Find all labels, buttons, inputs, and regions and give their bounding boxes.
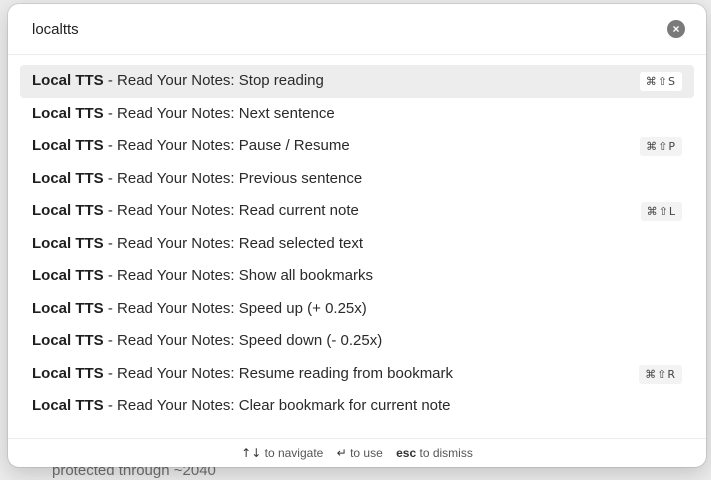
command-name: - Read Your Notes: Speed up (+ 0.25x) — [103, 299, 367, 317]
plugin-name: Local TTS — [32, 72, 104, 89]
dismiss-hint-label: to dismiss — [419, 446, 473, 460]
command-name: - Read Your Notes: Show all bookmarks — [103, 267, 373, 284]
plugin-name: Local TTS — [32, 267, 104, 284]
hotkey-badge: ⌘⇧P — [640, 137, 682, 156]
command-name: - Read Your Notes: Pause / Resume — [103, 137, 350, 154]
result-text: Local TTS - Read Your Notes: Speed up (+… — [32, 300, 367, 317]
results-list: Local TTS - Read Your Notes: Stop readin… — [20, 65, 694, 423]
hotkey-badge: ⌘⇧L — [640, 202, 682, 221]
command-palette: × Local TTS - Read Your Notes: Stop read… — [8, 4, 706, 467]
result-item[interactable]: Local TTS - Read Your Notes: Read select… — [20, 228, 694, 261]
command-name: - Read Your Notes: Previous sentence — [103, 169, 363, 187]
use-hint: ↵ to use — [337, 446, 386, 460]
result-item[interactable]: Local TTS - Read Your Notes: Stop readin… — [20, 65, 694, 98]
command-name: - Read Your Notes: Read selected text — [103, 234, 364, 252]
command-name: - Read Your Notes: Resume reading from b… — [103, 364, 454, 382]
search-row: × — [8, 4, 706, 55]
use-hint-label: to use — [350, 446, 383, 460]
clear-search-icon[interactable]: × — [667, 20, 685, 38]
plugin-name: Local TTS — [32, 332, 104, 349]
result-item[interactable]: Local TTS - Read Your Notes: Show all bo… — [20, 260, 694, 293]
enter-key-icon: ↵ — [336, 446, 347, 460]
footer-hints: ↑↓ to navigate ↵ to use esc to dismiss — [8, 438, 706, 467]
command-name: - Read Your Notes: Stop reading — [103, 72, 324, 89]
result-text: Local TTS - Read Your Notes: Next senten… — [32, 105, 335, 122]
command-name: - Read Your Notes: Read current note — [103, 202, 359, 219]
result-text: Local TTS - Read Your Notes: Stop readin… — [32, 72, 324, 89]
hotkey-badge: ⌘⇧R — [639, 364, 682, 384]
plugin-name: Local TTS — [32, 169, 104, 187]
plugin-name: Local TTS — [32, 299, 104, 317]
dismiss-hint: esc to dismiss — [396, 446, 473, 460]
result-item[interactable]: Local TTS - Read Your Notes: Resume read… — [20, 358, 694, 391]
command-name: - Read Your Notes: Clear bookmark for cu… — [103, 397, 451, 414]
search-input[interactable] — [32, 17, 652, 41]
result-item[interactable]: Local TTS - Read Your Notes: Speed down … — [20, 325, 694, 358]
result-text: Local TTS - Read Your Notes: Resume read… — [32, 365, 453, 382]
result-text: Local TTS - Read Your Notes: Clear bookm… — [32, 397, 451, 414]
result-item[interactable]: Local TTS - Read Your Notes: Clear bookm… — [20, 390, 694, 423]
result-text: Local TTS - Read Your Notes: Read select… — [32, 235, 363, 252]
plugin-name: Local TTS — [32, 137, 104, 154]
plugin-name: Local TTS — [32, 234, 104, 252]
result-text: Local TTS - Read Your Notes: Read curren… — [32, 202, 359, 219]
result-text: Local TTS - Read Your Notes: Pause / Res… — [32, 137, 350, 154]
command-name: - Read Your Notes: Next sentence — [103, 104, 335, 122]
result-item[interactable]: Local TTS - Read Your Notes: Speed up (+… — [20, 293, 694, 326]
arrow-keys-icon: ↑↓ — [241, 446, 262, 460]
result-text: Local TTS - Read Your Notes: Previous se… — [32, 170, 362, 187]
result-text: Local TTS - Read Your Notes: Speed down … — [32, 332, 382, 349]
result-text: Local TTS - Read Your Notes: Show all bo… — [32, 267, 373, 284]
navigate-hint: ↑↓ to navigate — [241, 446, 327, 460]
plugin-name: Local TTS — [32, 104, 104, 122]
result-item[interactable]: Local TTS - Read Your Notes: Next senten… — [20, 98, 694, 131]
result-item[interactable]: Local TTS - Read Your Notes: Previous se… — [20, 163, 694, 196]
result-item[interactable]: Local TTS - Read Your Notes: Pause / Res… — [20, 130, 694, 163]
plugin-name: Local TTS — [32, 364, 104, 382]
plugin-name: Local TTS — [32, 397, 104, 414]
result-item[interactable]: Local TTS - Read Your Notes: Read curren… — [20, 195, 694, 228]
esc-key-label: esc — [396, 446, 417, 460]
command-name: - Read Your Notes: Speed down (- 0.25x) — [103, 332, 383, 349]
hotkey-badge: ⌘⇧S — [639, 72, 682, 91]
navigate-hint-label: to navigate — [264, 446, 324, 460]
plugin-name: Local TTS — [32, 202, 104, 219]
